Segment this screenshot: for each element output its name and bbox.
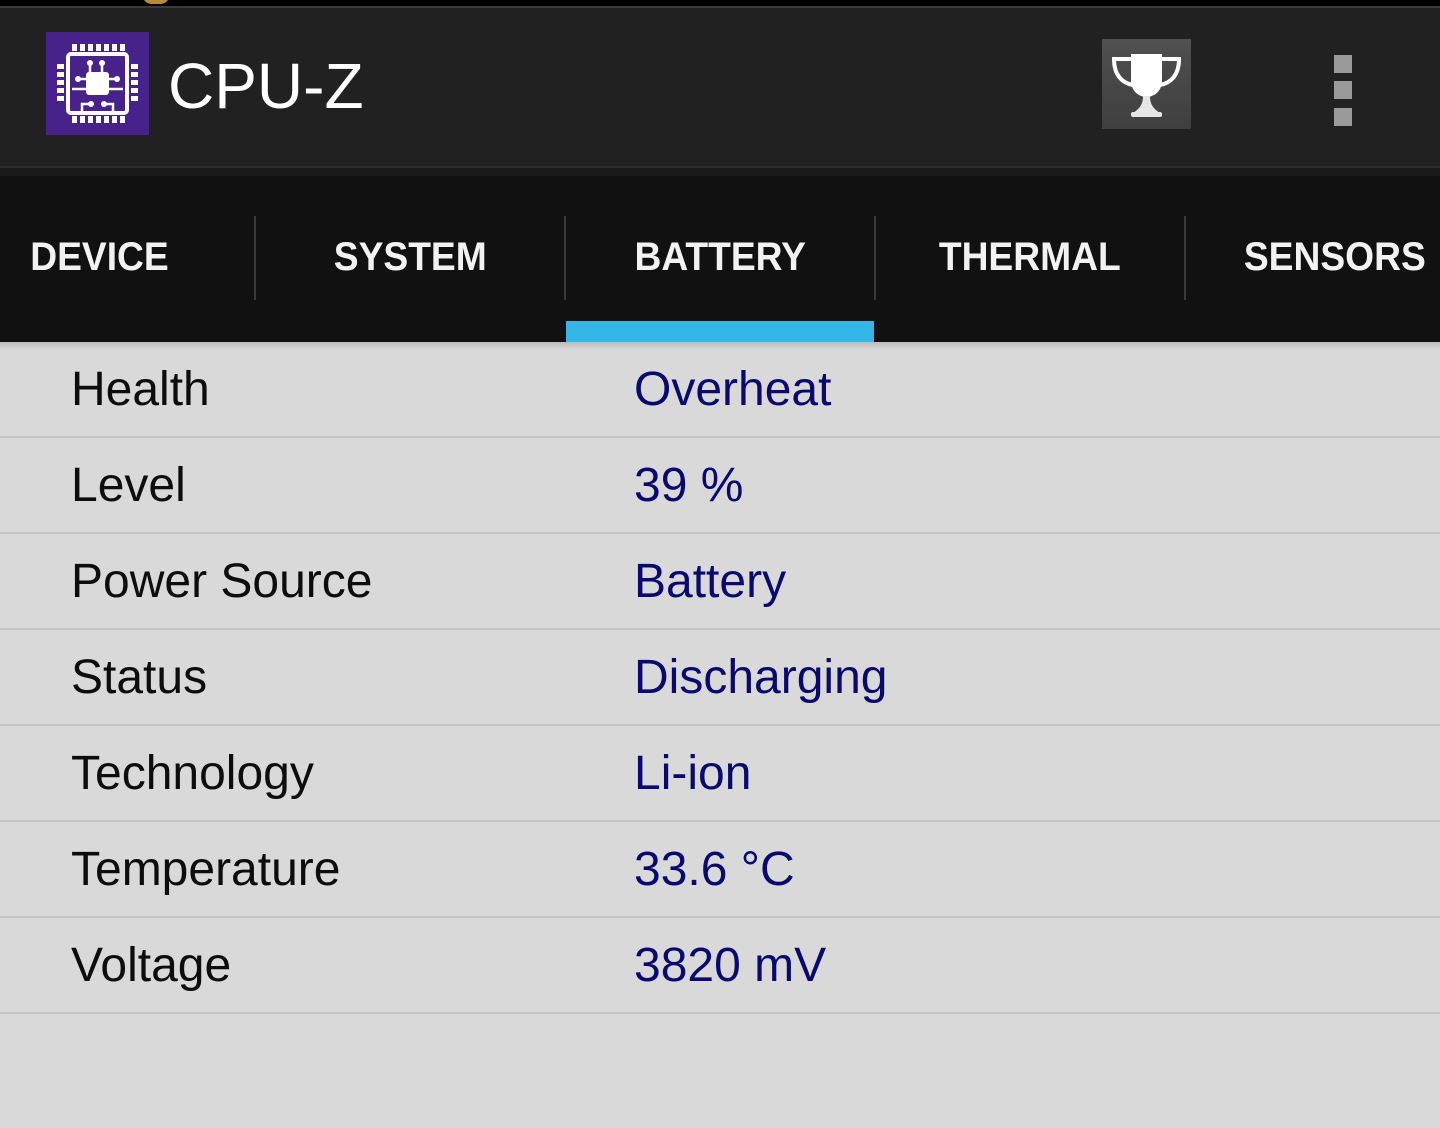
tab-label: SYSTEM	[333, 235, 487, 279]
row-value: Discharging	[634, 651, 888, 704]
tab-sensors[interactable]: SENSORS	[1185, 176, 1440, 342]
trophy-icon	[1111, 54, 1182, 117]
row-value: 39 %	[634, 459, 744, 512]
row-label: Status	[71, 651, 208, 704]
info-row-health: Health Overheat	[0, 342, 1440, 438]
tab-thermal[interactable]: THERMAL	[875, 176, 1185, 342]
row-label: Voltage	[71, 939, 232, 992]
app-title: CPU-Z	[168, 50, 364, 122]
tab-battery[interactable]: BATTERY	[565, 176, 875, 342]
app-bar-divider	[0, 166, 1440, 176]
row-label: Health	[71, 363, 210, 416]
row-value: 33.6 °C	[634, 843, 795, 896]
tab-device[interactable]: DEVICE	[0, 176, 254, 342]
benchmark-button[interactable]	[1102, 39, 1191, 129]
row-label: Technology	[71, 747, 314, 800]
row-value: Li-ion	[634, 747, 752, 800]
tab-label: THERMAL	[939, 235, 1121, 279]
row-label: Level	[71, 459, 186, 512]
info-row-level: Level 39 %	[0, 438, 1440, 534]
overflow-menu-button[interactable]	[1318, 48, 1368, 132]
row-value: Overheat	[634, 363, 832, 416]
cpu-chip-icon	[46, 32, 149, 135]
info-row-status: Status Discharging	[0, 630, 1440, 726]
row-label: Temperature	[71, 843, 341, 896]
active-tab-indicator	[566, 321, 874, 342]
notification-icon	[142, 0, 170, 4]
info-row-technology: Technology Li-ion	[0, 726, 1440, 822]
row-value: Battery	[634, 555, 787, 608]
tab-bar: DEVICE SYSTEM BATTERY THERMAL SENSORS	[0, 176, 1440, 342]
row-label: Power Source	[71, 555, 373, 608]
tab-system[interactable]: SYSTEM	[255, 176, 565, 342]
tab-label: DEVICE	[29, 235, 169, 279]
tab-label: BATTERY	[634, 235, 806, 279]
row-value: 3820 mV	[634, 939, 827, 992]
battery-info-list: Health Overheat Level 39 % Power Source …	[0, 342, 1440, 1128]
tab-label: SENSORS	[1244, 235, 1426, 279]
info-row-power-source: Power Source Battery	[0, 534, 1440, 630]
info-row-voltage: Voltage 3820 mV	[0, 918, 1440, 1014]
info-row-temperature: Temperature 33.6 °C	[0, 822, 1440, 918]
